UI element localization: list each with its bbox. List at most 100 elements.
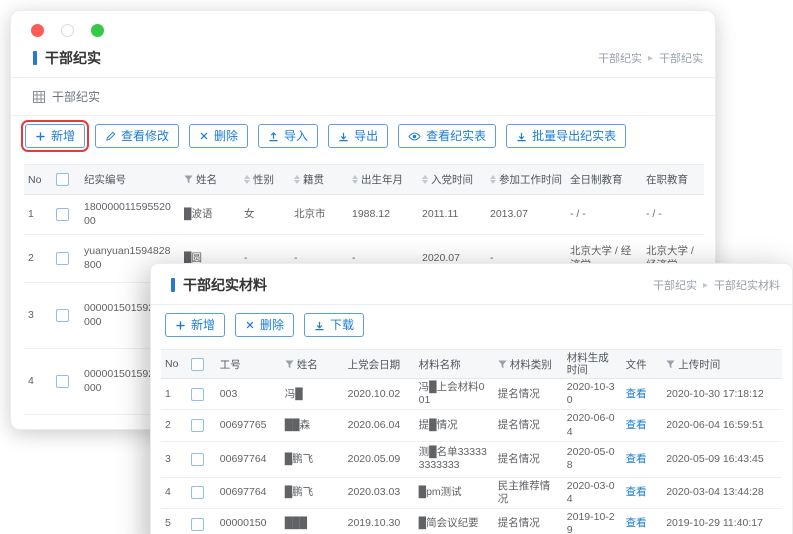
table-cell: 2019-10-29 xyxy=(563,508,622,534)
cell-text: 4 xyxy=(28,375,34,387)
column-header[interactable]: No xyxy=(161,350,187,379)
breadcrumb-item-current: 干部纪实 xyxy=(659,50,703,66)
cell-text: █pm测试 xyxy=(419,486,462,498)
close-button[interactable] xyxy=(31,24,44,37)
view-file-link[interactable]: 查看 xyxy=(626,388,647,400)
table-cell: 00000150 xyxy=(216,508,281,534)
column-header[interactable]: 上传时间 xyxy=(662,350,782,379)
table-cell: 3 xyxy=(161,441,187,477)
column-header[interactable]: 文件 xyxy=(622,350,663,379)
table-cell: 女 xyxy=(240,195,290,235)
sort-icon xyxy=(294,175,300,184)
column-header[interactable]: 材料名称 xyxy=(415,350,494,379)
table-cell: 冯█ xyxy=(281,379,344,410)
cell-text: 测█名单333333333333 xyxy=(419,446,487,471)
edit-icon xyxy=(105,131,116,142)
column-header-label: 出生年月 xyxy=(361,172,403,187)
row-checkbox[interactable] xyxy=(191,419,204,432)
batch-export-record-table-button[interactable]: 批量导出纪实表 xyxy=(506,124,626,148)
breadcrumb-item[interactable]: 干部纪实 xyxy=(598,50,642,66)
cell-text: █波语 xyxy=(184,208,212,220)
button-label: 新增 xyxy=(191,319,215,331)
button-label: 删除 xyxy=(260,319,284,331)
table-cell: 2020-05-08 xyxy=(563,441,622,477)
table-cell xyxy=(52,349,80,415)
column-header[interactable]: 出生年月 xyxy=(348,165,418,195)
table-cell: 提名情况 xyxy=(494,410,563,441)
column-header[interactable]: 工号 xyxy=(216,350,281,379)
cell-text: - / - xyxy=(570,208,586,220)
row-checkbox[interactable] xyxy=(191,486,204,499)
cell-text: 冯█ xyxy=(285,388,303,400)
select-all-checkbox[interactable] xyxy=(191,358,204,371)
delete-button[interactable]: 删除 xyxy=(189,124,248,148)
row-checkbox[interactable] xyxy=(56,252,69,265)
import-button[interactable]: 导入 xyxy=(258,124,318,148)
button-label: 批量导出纪实表 xyxy=(532,130,616,142)
close-icon xyxy=(245,320,255,330)
table-cell: 003 xyxy=(216,379,281,410)
column-header[interactable] xyxy=(187,350,215,379)
row-checkbox[interactable] xyxy=(56,309,69,322)
table-cell: 民主推荐情况 xyxy=(494,477,563,508)
maximize-button[interactable] xyxy=(91,24,104,37)
column-header-label: 入党时间 xyxy=(431,172,473,187)
cell-text: 00697765 xyxy=(220,419,267,431)
cell-text: 2020-06-04 xyxy=(567,412,615,437)
column-header[interactable] xyxy=(52,165,80,195)
delete-button[interactable]: 删除 xyxy=(235,313,294,337)
row-checkbox[interactable] xyxy=(56,375,69,388)
cell-text: 北京市 xyxy=(294,208,326,220)
download-button[interactable]: 下载 xyxy=(304,313,364,337)
column-header[interactable]: 在职教育 xyxy=(642,165,704,195)
column-header[interactable]: 性别 xyxy=(240,165,290,195)
modal-titlebar: 干部纪实材料 干部纪实 ▸ 干部纪实材料 xyxy=(151,264,792,304)
column-header[interactable]: 姓名 xyxy=(281,350,344,379)
column-header[interactable]: 参加工作时间 xyxy=(486,165,566,195)
row-checkbox[interactable] xyxy=(56,208,69,221)
table-cell: █鹏飞 xyxy=(281,441,344,477)
column-header[interactable]: 纪实编号 xyxy=(80,165,180,195)
minimize-button[interactable] xyxy=(61,24,74,37)
column-header-content: 全日制教育 xyxy=(570,172,638,187)
row-checkbox[interactable] xyxy=(191,518,204,531)
cell-text: 2013.07 xyxy=(490,208,528,220)
table-cell: 查看 xyxy=(622,477,663,508)
select-all-checkbox[interactable] xyxy=(56,173,69,186)
sort-icon xyxy=(490,175,496,184)
column-header-content: 材料名称 xyxy=(419,357,490,372)
row-checkbox[interactable] xyxy=(191,388,204,401)
table-cell: 00697764 xyxy=(216,477,281,508)
button-label: 新增 xyxy=(51,130,75,142)
table-cell: 提名情况 xyxy=(494,441,563,477)
view-file-link[interactable]: 查看 xyxy=(626,453,647,465)
column-header[interactable]: No xyxy=(24,165,52,195)
column-header[interactable]: 上党会日期 xyxy=(344,350,415,379)
table-row: 200697765██森2020.06.04提█情况提名情况2020-06-04… xyxy=(161,410,782,441)
column-header[interactable]: 材料生成时间 xyxy=(563,350,622,379)
view-record-table-button[interactable]: 查看纪实表 xyxy=(398,124,496,148)
view-file-link[interactable]: 查看 xyxy=(626,486,647,498)
column-header[interactable]: 入党时间 xyxy=(418,165,486,195)
add-button[interactable]: 新增 xyxy=(25,124,85,148)
table-cell: 4 xyxy=(24,349,52,415)
sort-icon xyxy=(352,175,358,184)
column-header[interactable]: 姓名 xyxy=(180,165,240,195)
button-label: 查看修改 xyxy=(121,130,169,142)
view-file-link[interactable]: 查看 xyxy=(626,419,647,431)
column-header-label: 工号 xyxy=(220,357,241,372)
breadcrumb-item[interactable]: 干部纪实 xyxy=(653,277,697,293)
column-header[interactable]: 籍贯 xyxy=(290,165,348,195)
section-label: 干部纪实 xyxy=(52,88,100,105)
view-edit-button[interactable]: 查看修改 xyxy=(95,124,179,148)
column-header[interactable]: 材料类别 xyxy=(494,350,563,379)
column-header-content: 上党会日期 xyxy=(348,357,411,372)
row-checkbox[interactable] xyxy=(191,453,204,466)
add-button[interactable]: 新增 xyxy=(165,313,225,337)
column-header[interactable]: 全日制教育 xyxy=(566,165,642,195)
view-file-link[interactable]: 查看 xyxy=(626,517,647,529)
export-icon xyxy=(516,131,527,142)
export-button[interactable]: 导出 xyxy=(328,124,388,148)
table-cell: 2020-06-04 xyxy=(563,410,622,441)
button-label: 导出 xyxy=(354,130,378,142)
